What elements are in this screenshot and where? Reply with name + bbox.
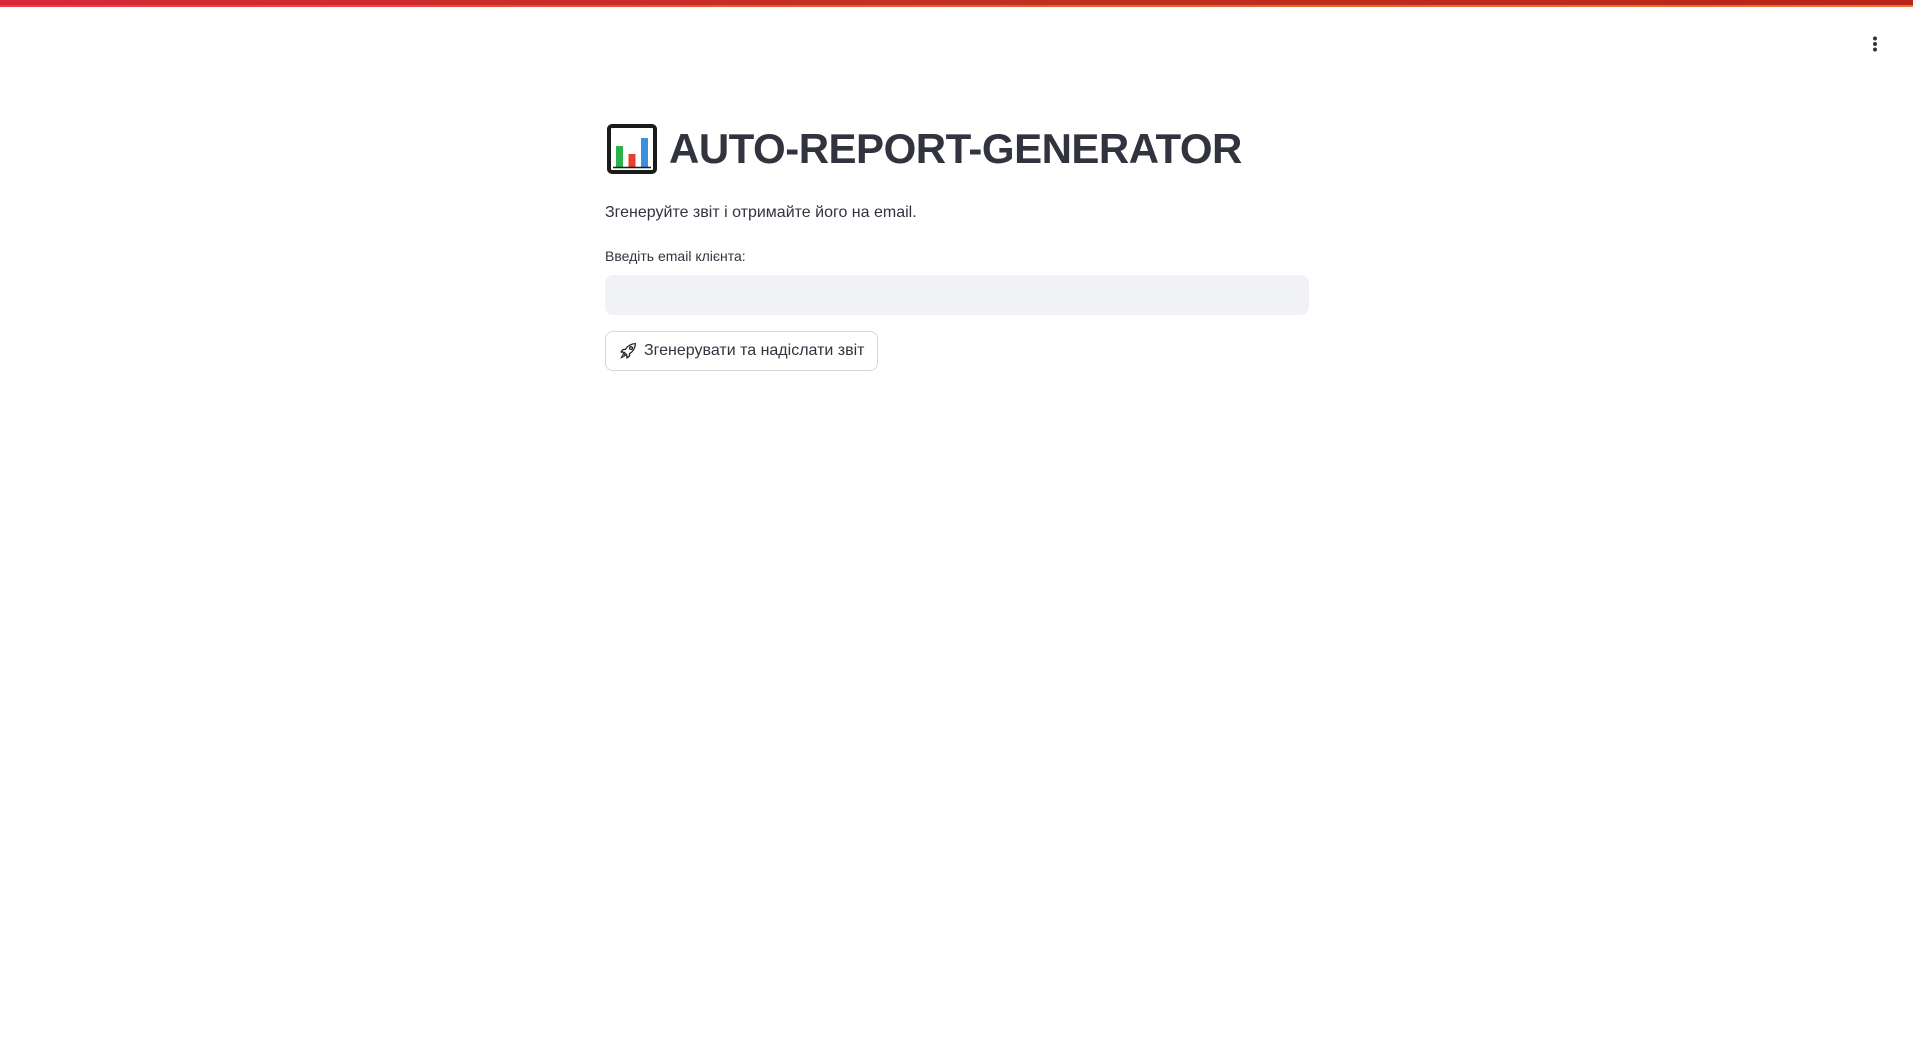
rocket-icon <box>620 342 637 359</box>
generate-and-send-button-label: Згенерувати та надіслати звіт <box>644 341 865 359</box>
title-row: AUTO-REPORT-GENERATOR <box>605 118 1309 180</box>
email-field-label: Введіть email клієнта: <box>605 247 746 264</box>
main-menu-button[interactable] <box>1861 30 1889 58</box>
vertical-ellipsis-icon <box>1873 36 1877 52</box>
header-decoration-bar <box>0 0 1913 7</box>
page-subtitle: Згенеруйте звіт і отримайте його на emai… <box>605 204 917 221</box>
main-content: AUTO-REPORT-GENERATOR Згенеруйте звіт і … <box>605 118 1309 371</box>
bar-chart-icon <box>607 124 657 174</box>
generate-and-send-button[interactable]: Згенерувати та надіслати звіт <box>605 330 878 371</box>
email-field[interactable] <box>605 274 1309 315</box>
page-title: AUTO-REPORT-GENERATOR <box>669 124 1242 172</box>
